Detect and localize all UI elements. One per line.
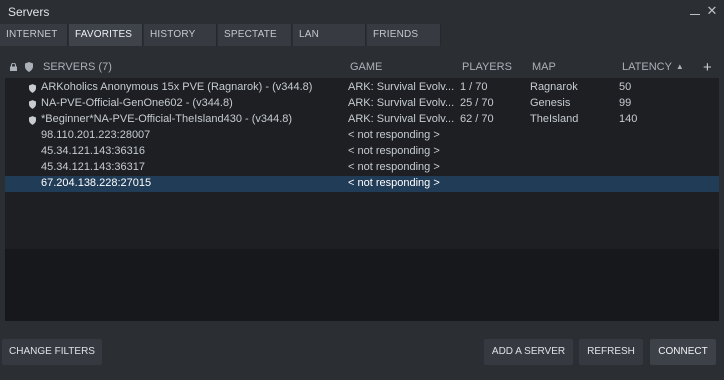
server-name: 98.110.201.223:28007 (41, 129, 151, 141)
table-row[interactable]: *Beginner*NA-PVE-Official-TheIsland430 -… (5, 112, 719, 128)
server-latency: 140 (619, 113, 638, 125)
column-game[interactable]: GAME (350, 61, 382, 73)
tab-bar: INTERNET FAVORITES HISTORY SPECTATE LAN … (0, 24, 724, 46)
column-header-row: SERVERS (7) GAME PLAYERS MAP LATENCY ▲ + (5, 56, 719, 78)
tab-history[interactable]: HISTORY (144, 24, 217, 46)
shield-icon (29, 100, 36, 109)
tab-lan[interactable]: LAN (293, 24, 366, 46)
table-row-selected[interactable]: 67.204.138.228:27015 < not responding > (5, 176, 719, 192)
shield-icon[interactable] (25, 62, 33, 72)
server-name: ARKoholics Anonymous 15x PVE (Ragnarok) … (41, 81, 313, 93)
tab-internet[interactable]: INTERNET (0, 24, 68, 46)
server-players: 62 / 70 (460, 113, 494, 125)
add-server-button[interactable]: ADD A SERVER (484, 339, 573, 365)
server-name: 45.34.121.143:36316 (41, 145, 145, 157)
column-servers[interactable]: SERVERS (7) (43, 61, 112, 73)
tab-label: HISTORY (150, 29, 196, 40)
table-row[interactable]: NA-PVE-Official-GenOne602 - (v344.8) ARK… (5, 96, 719, 112)
server-game: ARK: Survival Evolv... (348, 81, 455, 93)
server-map: TheIsland (530, 113, 579, 125)
tab-label: INTERNET (6, 29, 58, 40)
server-game: < not responding > (348, 161, 440, 173)
connect-button[interactable]: CONNECT (650, 339, 716, 365)
minimize-icon[interactable] (688, 4, 702, 18)
sort-ascending-icon: ▲ (675, 62, 684, 71)
column-latency[interactable]: LATENCY ▲ (622, 61, 684, 73)
table-row[interactable]: 45.34.121.143:36317 < not responding > (5, 160, 719, 176)
tab-friends[interactable]: FRIENDS (367, 24, 441, 46)
title-bar: Servers ✕ (0, 0, 724, 24)
change-filters-button[interactable]: CHANGE FILTERS (2, 339, 102, 365)
close-icon[interactable]: ✕ (705, 4, 719, 18)
server-name: 45.34.121.143:36317 (41, 161, 145, 173)
column-latency-label: LATENCY (622, 61, 672, 73)
tab-label: FRIENDS (373, 29, 419, 40)
refresh-button[interactable]: REFRESH (579, 339, 643, 365)
server-map: Ragnarok (530, 81, 578, 93)
server-game: < not responding > (348, 145, 440, 157)
server-game: ARK: Survival Evolv... (348, 97, 455, 109)
server-players: 25 / 70 (460, 97, 494, 109)
server-game: < not responding > (348, 177, 440, 189)
tab-label: SPECTATE (224, 29, 277, 40)
table-row[interactable]: ARKoholics Anonymous 15x PVE (Ragnarok) … (5, 80, 719, 96)
add-column-icon[interactable]: + (703, 59, 712, 76)
server-latency: 50 (619, 81, 632, 93)
server-game: < not responding > (348, 129, 440, 141)
column-players[interactable]: PLAYERS (462, 61, 512, 73)
table-row[interactable]: 98.110.201.223:28007 < not responding > (5, 128, 719, 144)
tab-spectate[interactable]: SPECTATE (218, 24, 292, 46)
shield-icon (29, 84, 36, 93)
server-map: Genesis (530, 97, 571, 109)
server-list: SERVERS (7) GAME PLAYERS MAP LATENCY ▲ + … (5, 56, 719, 321)
server-latency: 99 (619, 97, 632, 109)
lock-icon[interactable] (10, 63, 17, 71)
tab-favorites[interactable]: FAVORITES (69, 24, 143, 46)
table-row[interactable]: 45.34.121.143:36316 < not responding > (5, 144, 719, 160)
server-name: 67.204.138.228:27015 (41, 177, 152, 189)
server-name: *Beginner*NA-PVE-Official-TheIsland430 -… (41, 113, 293, 125)
shield-icon (29, 116, 36, 125)
server-details-panel (5, 249, 719, 321)
tab-label: FAVORITES (75, 29, 133, 40)
window-title: Servers (8, 5, 50, 19)
column-map[interactable]: MAP (532, 61, 556, 73)
server-players: 1 / 70 (460, 81, 488, 93)
server-game: ARK: Survival Evolv... (348, 113, 455, 125)
tab-label: LAN (299, 29, 320, 40)
server-name: NA-PVE-Official-GenOne602 - (v344.8) (41, 97, 233, 109)
